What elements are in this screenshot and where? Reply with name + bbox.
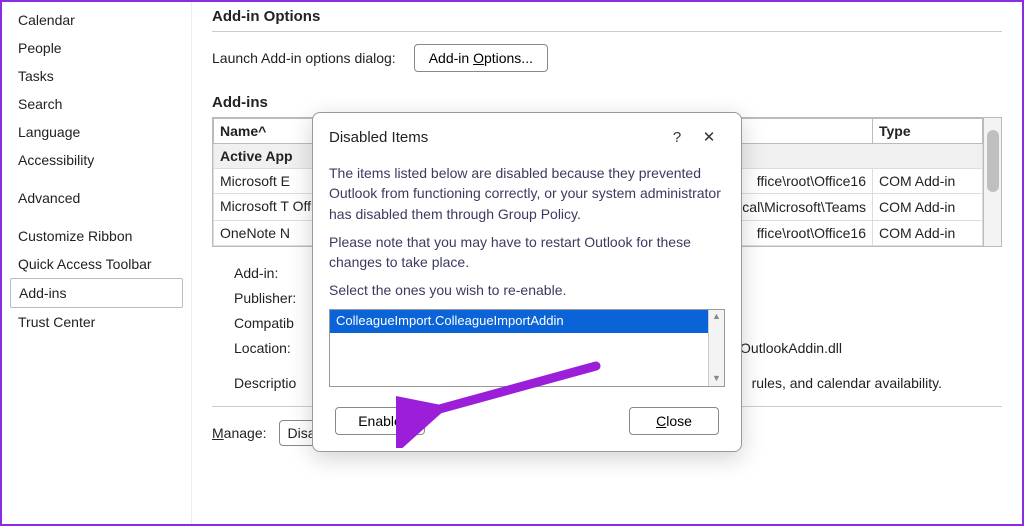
table-scrollbar[interactable] (983, 118, 1001, 246)
sidebar-item-people[interactable]: People (10, 34, 183, 62)
disabled-items-dialog: Disabled Items ? ✕ The items listed belo… (312, 112, 742, 452)
scroll-up-icon[interactable]: ▲ (709, 310, 724, 324)
sidebar-item-advanced[interactable]: Advanced (10, 184, 183, 212)
options-sidebar: Calendar People Tasks Search Language Ac… (2, 2, 192, 524)
sidebar-item-trust-center[interactable]: Trust Center (10, 308, 183, 336)
sidebar-item-accessibility[interactable]: Accessibility (10, 146, 183, 174)
help-button[interactable]: ? (661, 123, 693, 151)
scroll-down-icon[interactable]: ▼ (709, 372, 724, 386)
close-icon[interactable]: ✕ (693, 123, 725, 151)
sidebar-item-calendar[interactable]: Calendar (10, 6, 183, 34)
sidebar-item-customize-ribbon[interactable]: Customize Ribbon (10, 222, 183, 250)
dialog-text-2: Please note that you may have to restart… (329, 232, 725, 273)
sidebar-item-search[interactable]: Search (10, 90, 183, 118)
sidebar-item-quick-access-toolbar[interactable]: Quick Access Toolbar (10, 250, 183, 278)
rule (212, 31, 1002, 32)
listbox-scrollbar[interactable]: ▲ ▼ (708, 310, 724, 386)
addin-options-button[interactable]: Add-in Options... (414, 44, 548, 72)
col-header-type[interactable]: Type (873, 119, 983, 144)
dialog-text-3: Select the ones you wish to re-enable. (329, 280, 725, 300)
sidebar-item-add-ins[interactable]: Add-ins (10, 278, 183, 308)
dialog-text-1: The items listed below are disabled beca… (329, 163, 725, 224)
close-button[interactable]: Close (629, 407, 719, 435)
manage-label: Manage: (212, 425, 267, 441)
sidebar-item-language[interactable]: Language (10, 118, 183, 146)
list-item[interactable]: ColleagueImport.ColleagueImportAddin (330, 310, 708, 333)
section-title-addin-options: Add-in Options (212, 8, 1002, 25)
launch-label: Launch Add-in options dialog: (212, 50, 396, 66)
sidebar-item-tasks[interactable]: Tasks (10, 62, 183, 90)
addins-heading: Add-ins (212, 94, 1002, 111)
scroll-thumb[interactable] (987, 130, 999, 192)
enable-button[interactable]: Enable (335, 407, 425, 435)
dialog-title: Disabled Items (329, 129, 428, 146)
disabled-items-listbox[interactable]: ColleagueImport.ColleagueImportAddin ▲ ▼ (329, 309, 725, 387)
